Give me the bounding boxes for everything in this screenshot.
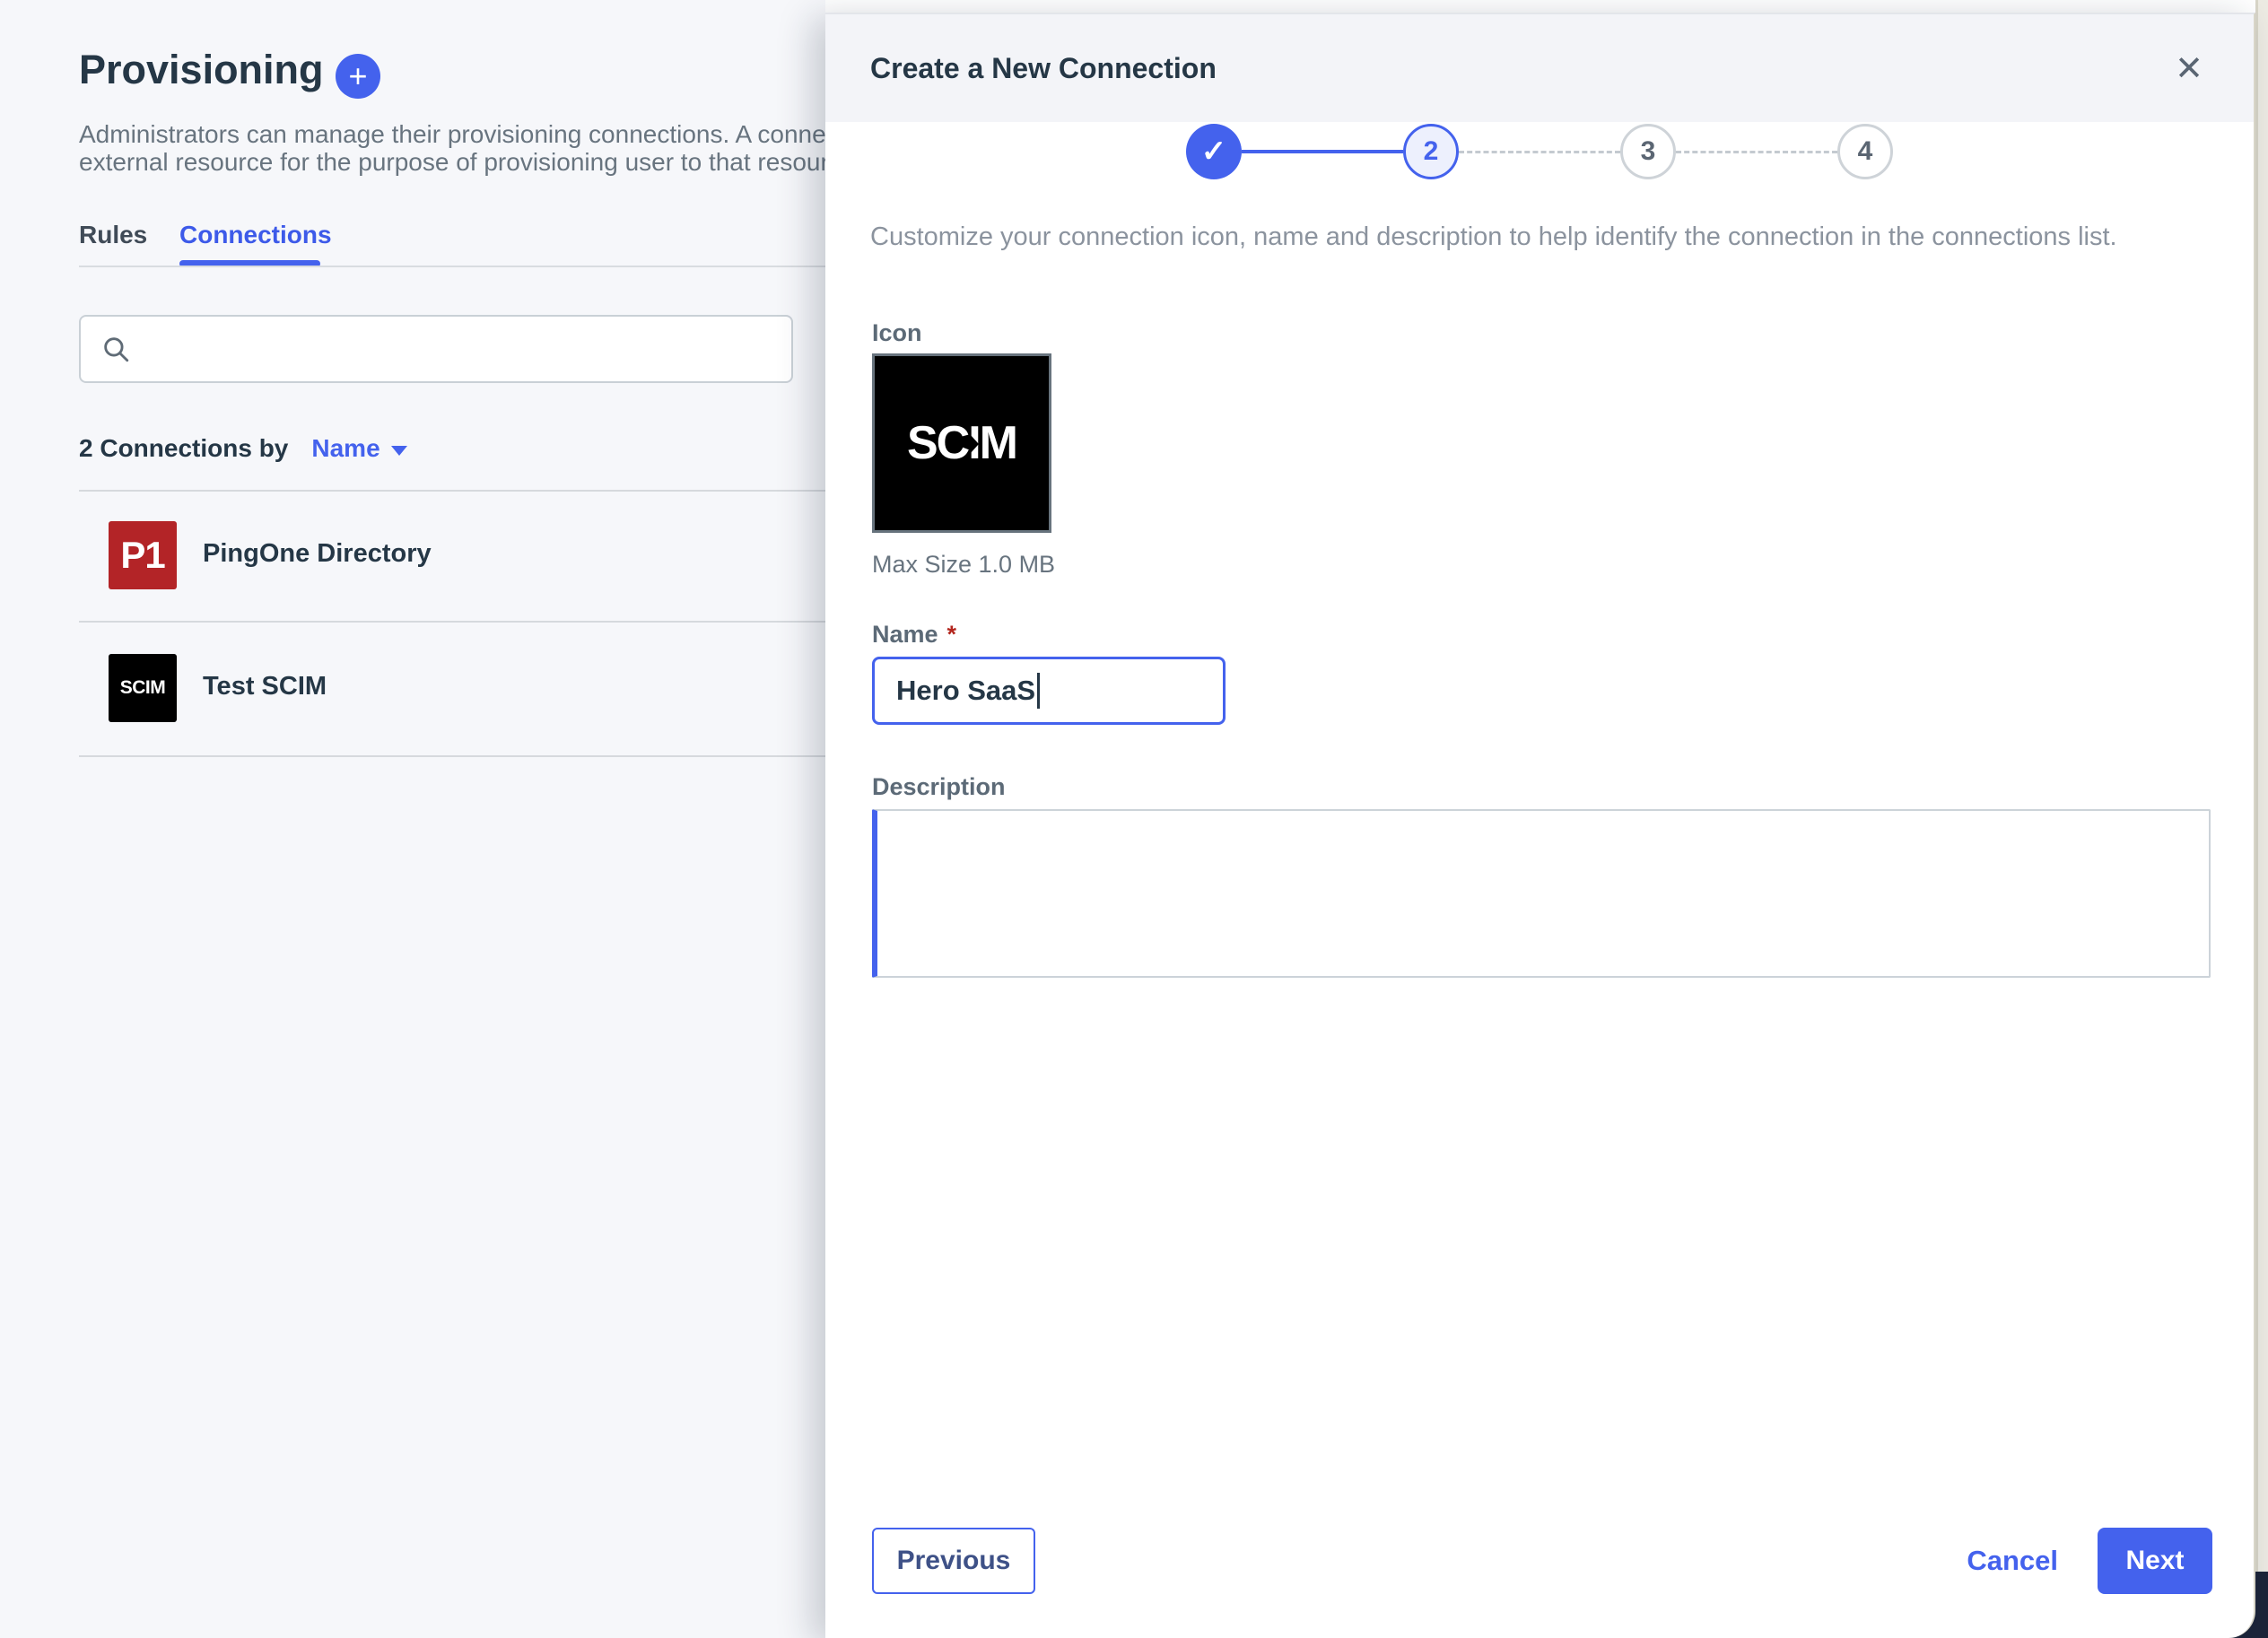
required-asterisk: * bbox=[947, 621, 957, 648]
step-connector bbox=[1242, 150, 1403, 153]
create-connection-modal: Create a New Connection ✕ ✓ 2 3 4 Custom… bbox=[825, 13, 2255, 1638]
search-input[interactable] bbox=[144, 334, 791, 364]
list-divider bbox=[79, 755, 825, 757]
connections-count-label: 2 Connections by bbox=[79, 434, 288, 463]
cancel-button[interactable]: Cancel bbox=[1967, 1545, 2058, 1577]
text-cursor bbox=[1037, 673, 1040, 709]
page-title: Provisioning bbox=[79, 47, 324, 93]
step-3[interactable]: 3 bbox=[1620, 124, 1676, 179]
search-icon bbox=[100, 334, 131, 364]
page-description-line1: Administrators can manage their provisio… bbox=[79, 120, 879, 149]
previous-button[interactable]: Previous bbox=[872, 1528, 1035, 1594]
step-connector bbox=[1676, 151, 1837, 153]
footer-actions: Cancel Next bbox=[1967, 1528, 2212, 1594]
name-field-label: Name * bbox=[872, 621, 956, 649]
wizard-stepper: ✓ 2 3 4 bbox=[825, 122, 2254, 181]
screen: Provisioning + Administrators can manage… bbox=[0, 0, 2268, 1638]
name-label-text: Name bbox=[872, 621, 938, 648]
sort-dropdown[interactable]: Name bbox=[311, 434, 406, 463]
modal-header: Create a New Connection ✕ bbox=[825, 14, 2254, 122]
page-description-line2-text: external resource for the purpose of pro… bbox=[79, 148, 862, 176]
step-connector bbox=[1459, 151, 1620, 153]
connection-icon-upload[interactable]: SCIM bbox=[872, 353, 1051, 533]
step-4[interactable]: 4 bbox=[1837, 124, 1893, 179]
window-edge bbox=[2255, 0, 2268, 1638]
icon-field-label: Icon bbox=[872, 319, 922, 347]
page-description-line2: external resource for the purpose of pro… bbox=[79, 148, 884, 177]
chevron-down-icon bbox=[391, 446, 407, 456]
modal-title: Create a New Connection bbox=[870, 14, 1217, 122]
add-connection-button[interactable]: + bbox=[336, 54, 380, 99]
connections-search[interactable] bbox=[79, 315, 793, 383]
scim-logo: SCIM bbox=[907, 416, 1016, 470]
connections-summary: 2 Connections by Name bbox=[79, 434, 407, 463]
modal-footer: Previous Cancel Next bbox=[872, 1527, 2212, 1595]
pingone-icon-text: P1 bbox=[120, 534, 164, 577]
tab-connections[interactable]: Connections bbox=[179, 221, 332, 249]
name-input-value: Hero SaaS bbox=[896, 675, 1035, 707]
scim-face-notch bbox=[970, 434, 979, 454]
tab-rules[interactable]: Rules bbox=[79, 221, 147, 249]
connection-name: Test SCIM bbox=[203, 672, 327, 701]
close-icon[interactable]: ✕ bbox=[2175, 14, 2203, 122]
step-1-complete[interactable]: ✓ bbox=[1186, 124, 1242, 179]
max-size-hint: Max Size 1.0 MB bbox=[872, 551, 1055, 579]
provisioning-page: Provisioning + Administrators can manage… bbox=[0, 0, 825, 1638]
connection-name: PingOne Directory bbox=[203, 539, 432, 569]
scim-icon-text: SCIM bbox=[120, 677, 166, 699]
name-input[interactable]: Hero SaaS bbox=[872, 657, 1226, 725]
step-2-active[interactable]: 2 bbox=[1403, 124, 1459, 179]
check-icon: ✓ bbox=[1201, 134, 1227, 170]
connection-row-test-scim[interactable]: SCIM Test SCIM bbox=[79, 623, 825, 752]
tabs-divider bbox=[79, 266, 825, 267]
sort-value: Name bbox=[311, 434, 379, 463]
pingone-icon: P1 bbox=[109, 521, 177, 589]
plus-icon: + bbox=[348, 57, 367, 95]
scim-icon: SCIM bbox=[109, 654, 177, 722]
step-subtitle: Customize your connection icon, name and… bbox=[870, 222, 2216, 252]
scim-logo-text: SCIM bbox=[907, 417, 1016, 469]
next-button[interactable]: Next bbox=[2098, 1528, 2212, 1594]
connection-row-pingone[interactable]: P1 PingOne Directory bbox=[79, 492, 825, 621]
description-textarea[interactable] bbox=[872, 809, 2211, 978]
description-field-label: Description bbox=[872, 773, 1006, 801]
